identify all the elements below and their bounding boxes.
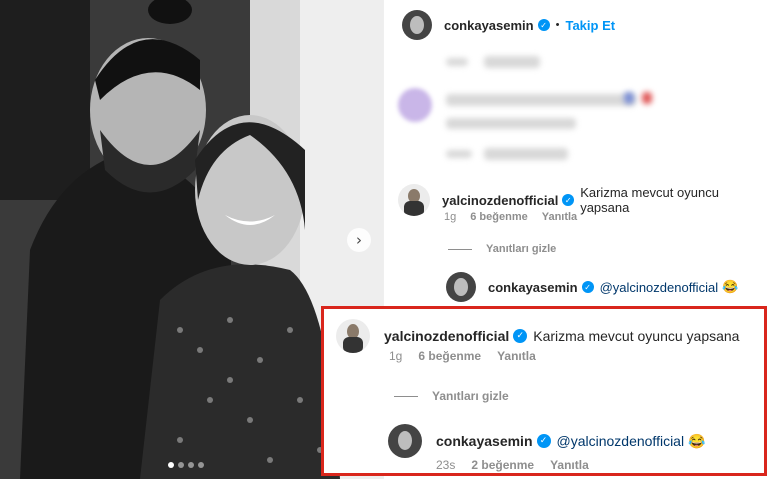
carousel-dots <box>168 462 204 468</box>
reply-author-name[interactable]: conkayasemin <box>436 433 533 449</box>
callout-comment: yalcinozdenofficial ✓ Karizma mevcut oyu… <box>336 319 739 353</box>
blurred-emoji <box>642 92 652 104</box>
verified-badge-icon: ✓ <box>537 19 550 31</box>
blurred-text <box>446 94 636 106</box>
divider-line <box>448 248 472 250</box>
post-author-name[interactable]: conkayasemin <box>444 18 534 33</box>
verified-badge-icon: ✓ <box>581 281 594 293</box>
reply-likes[interactable]: 2 beğenme <box>471 458 534 472</box>
carousel-dot <box>198 462 204 468</box>
chevron-right-icon: › <box>356 230 362 249</box>
carousel-next-button[interactable]: › <box>347 228 371 252</box>
comment-reply-button[interactable]: Yanıtla <box>542 211 577 223</box>
carousel-dot <box>188 462 194 468</box>
verified-badge-icon: ✓ <box>513 329 528 343</box>
follow-button[interactable]: Takip Et <box>565 18 615 33</box>
reply-mention-link[interactable]: @yalcinozdenofficial <box>557 433 685 449</box>
blurred-text <box>446 118 576 129</box>
comment-time: 1g <box>444 211 457 223</box>
hide-replies-button[interactable]: Yanıtları gizle <box>394 389 509 403</box>
header-separator: • <box>555 19 560 31</box>
comment-likes[interactable]: 6 beğenme <box>470 211 527 223</box>
comment-likes[interactable]: 6 beğenme <box>418 349 481 363</box>
divider-line <box>394 395 418 397</box>
comment-meta: 1g 6 beğenme Yanıtla <box>389 349 536 363</box>
reply: conkayasemin ✓ @yalcinozdenofficial 😂 <box>446 272 738 302</box>
reply-author-name[interactable]: conkayasemin <box>488 280 578 295</box>
blurred-avatar <box>398 88 432 122</box>
laughing-emoji-icon: 😂 <box>688 432 706 449</box>
verified-badge-icon: ✓ <box>562 194 575 206</box>
blurred-text <box>484 56 540 68</box>
laughing-emoji-icon: 😂 <box>722 279 739 294</box>
reply-meta: 23s 2 beğenme Yanıtla <box>436 458 589 472</box>
author-avatar[interactable] <box>402 10 432 40</box>
reply-reply-button[interactable]: Yanıtla <box>550 458 589 472</box>
hide-replies-button[interactable]: Yanıtları gizle <box>448 243 556 255</box>
commenter-name[interactable]: yalcinozdenofficial <box>442 193 558 208</box>
blurred-text <box>484 148 568 160</box>
verified-badge-icon: ✓ <box>536 434 551 448</box>
post-header: conkayasemin ✓ • Takip Et <box>402 10 615 40</box>
reply-author-avatar[interactable] <box>388 424 422 458</box>
reply-mention-link[interactable]: @yalcinozdenofficial <box>600 280 718 295</box>
hide-replies-label: Yanıtları gizle <box>432 389 509 403</box>
carousel-dot <box>178 462 184 468</box>
blurred-text <box>446 150 472 158</box>
blurred-emoji <box>624 92 634 104</box>
reply-author-avatar[interactable] <box>446 272 476 302</box>
carousel-dot <box>168 462 174 468</box>
zoomed-callout: yalcinozdenofficial ✓ Karizma mevcut oyu… <box>321 306 767 476</box>
callout-reply: conkayasemin ✓ @yalcinozdenofficial 😂 <box>388 424 706 458</box>
comment-reply-button[interactable]: Yanıtla <box>497 349 536 363</box>
commenter-name[interactable]: yalcinozdenofficial <box>384 328 509 344</box>
commenter-avatar[interactable] <box>336 319 370 353</box>
comment-text: Karizma mevcut oyuncu yapsana <box>533 328 740 344</box>
blurred-text <box>446 58 468 66</box>
comment-time: 1g <box>389 349 403 363</box>
reply-time: 23s <box>436 458 456 472</box>
comment-meta: 1g 6 beğenme Yanıtla <box>444 211 577 223</box>
hide-replies-label: Yanıtları gizle <box>486 243 557 255</box>
comment-text: Karizma mevcut oyuncu yapsana <box>580 185 719 215</box>
commenter-avatar[interactable] <box>398 184 430 216</box>
